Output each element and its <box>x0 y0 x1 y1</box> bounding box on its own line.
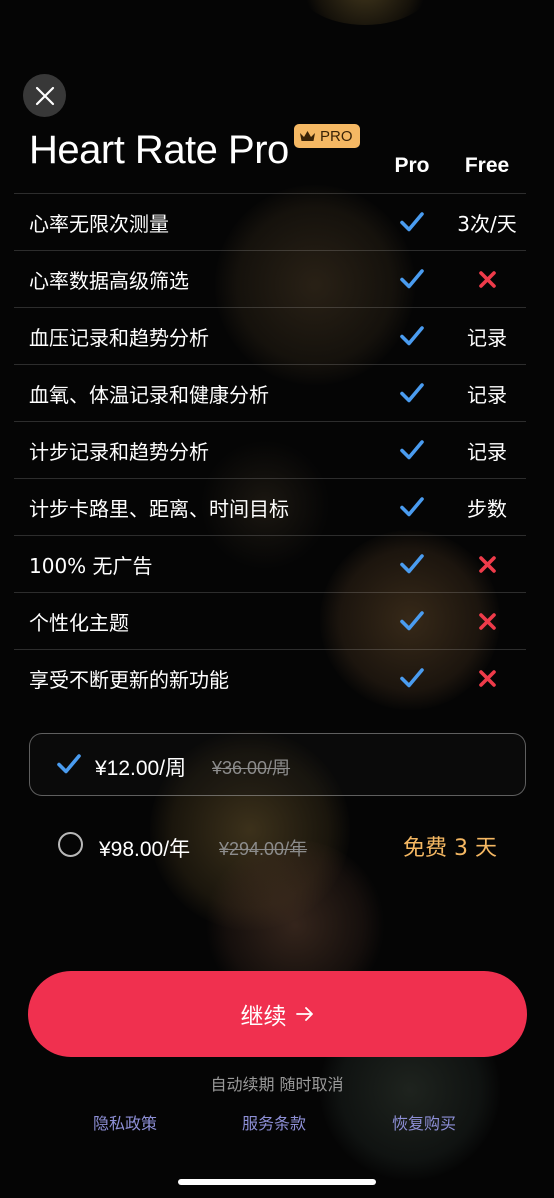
feature-label: 心率数据高级筛选 <box>29 268 189 293</box>
free-tier-value: 步数 <box>467 496 507 521</box>
checkmark-icon <box>372 609 452 633</box>
feature-row: 血压记录和趋势分析 记录 <box>14 307 526 364</box>
free-trial-label: 免费 3 天 <box>403 836 497 861</box>
free-tier-value: 记录 <box>467 439 507 464</box>
feature-label: 计步记录和趋势分析 <box>29 439 209 464</box>
feature-row: 计步卡路里、距离、时间目标 步数 <box>14 478 526 535</box>
feature-row: 血氧、体温记录和健康分析 记录 <box>14 364 526 421</box>
cross-icon <box>447 270 527 289</box>
radio-unselected-icon <box>58 832 83 857</box>
free-tier-value: 记录 <box>467 325 507 350</box>
feature-row: 个性化主题 <box>14 592 526 649</box>
cross-icon <box>447 555 527 574</box>
checkmark-icon <box>57 754 81 774</box>
feature-row: 享受不断更新的新功能 <box>14 649 526 706</box>
feature-table: 心率无限次测量 3次/天 心率数据高级筛选 血压记录和趋势分析 记录 血氧、体温记录和健康… <box>14 193 526 706</box>
app-title: Heart Rate Pro <box>29 128 289 172</box>
checkmark-icon <box>372 495 452 519</box>
column-header-free: Free <box>464 154 510 177</box>
feature-label: 享受不断更新的新功能 <box>29 667 229 692</box>
privacy-policy-link[interactable]: 隐私政策 <box>93 1110 157 1134</box>
feature-row: 心率数据高级筛选 <box>14 250 526 307</box>
continue-button[interactable]: 继续 <box>28 971 527 1057</box>
feature-label: 个性化主题 <box>29 610 129 635</box>
crown-icon <box>300 130 315 141</box>
checkmark-icon <box>372 552 452 576</box>
checkmark-icon <box>372 381 452 405</box>
close-button[interactable] <box>23 74 66 117</box>
free-tier-value: 记录 <box>467 382 507 407</box>
checkmark-icon <box>372 324 452 348</box>
free-tier-value: 3次/天 <box>457 211 517 236</box>
column-header-pro: Pro <box>394 154 430 177</box>
plan-option-weekly[interactable]: ¥12.00/周 ¥36.00/周 <box>29 733 526 796</box>
plan-price: ¥12.00/周 <box>95 757 187 780</box>
plan-original-price: ¥36.00/周 <box>212 758 291 778</box>
restore-purchase-link[interactable]: 恢复购买 <box>392 1110 456 1134</box>
feature-label: 血压记录和趋势分析 <box>29 325 209 350</box>
pro-badge-label: PRO <box>320 127 353 145</box>
plan-original-price: ¥294.00/年 <box>219 839 308 859</box>
bokeh-light <box>295 0 435 25</box>
home-indicator <box>178 1179 376 1185</box>
cross-icon <box>447 612 527 631</box>
feature-label: 心率无限次测量 <box>29 211 169 236</box>
plan-price: ¥98.00/年 <box>99 838 191 861</box>
feature-row: 计步记录和趋势分析 记录 <box>14 421 526 478</box>
feature-label: 100% 无广告 <box>29 553 153 578</box>
terms-of-service-link[interactable]: 服务条款 <box>242 1110 306 1134</box>
feature-row: 100% 无广告 <box>14 535 526 592</box>
close-icon <box>35 86 54 105</box>
arrow-right-icon <box>295 1007 313 1021</box>
checkmark-icon <box>372 438 452 462</box>
checkmark-icon <box>372 267 452 291</box>
plan-option-yearly[interactable]: ¥98.00/年 ¥294.00/年 免费 3 天 <box>29 815 526 875</box>
auto-renew-note: 自动续期 随时取消 <box>210 1075 344 1094</box>
pro-badge: PRO <box>294 124 360 148</box>
feature-row: 心率无限次测量 3次/天 <box>14 193 526 250</box>
continue-button-label: 继续 <box>240 1004 287 1030</box>
checkmark-icon <box>372 210 452 234</box>
checkmark-icon <box>372 666 452 690</box>
feature-label: 计步卡路里、距离、时间目标 <box>29 496 289 521</box>
cross-icon <box>447 669 527 688</box>
feature-label: 血氧、体温记录和健康分析 <box>29 382 269 407</box>
